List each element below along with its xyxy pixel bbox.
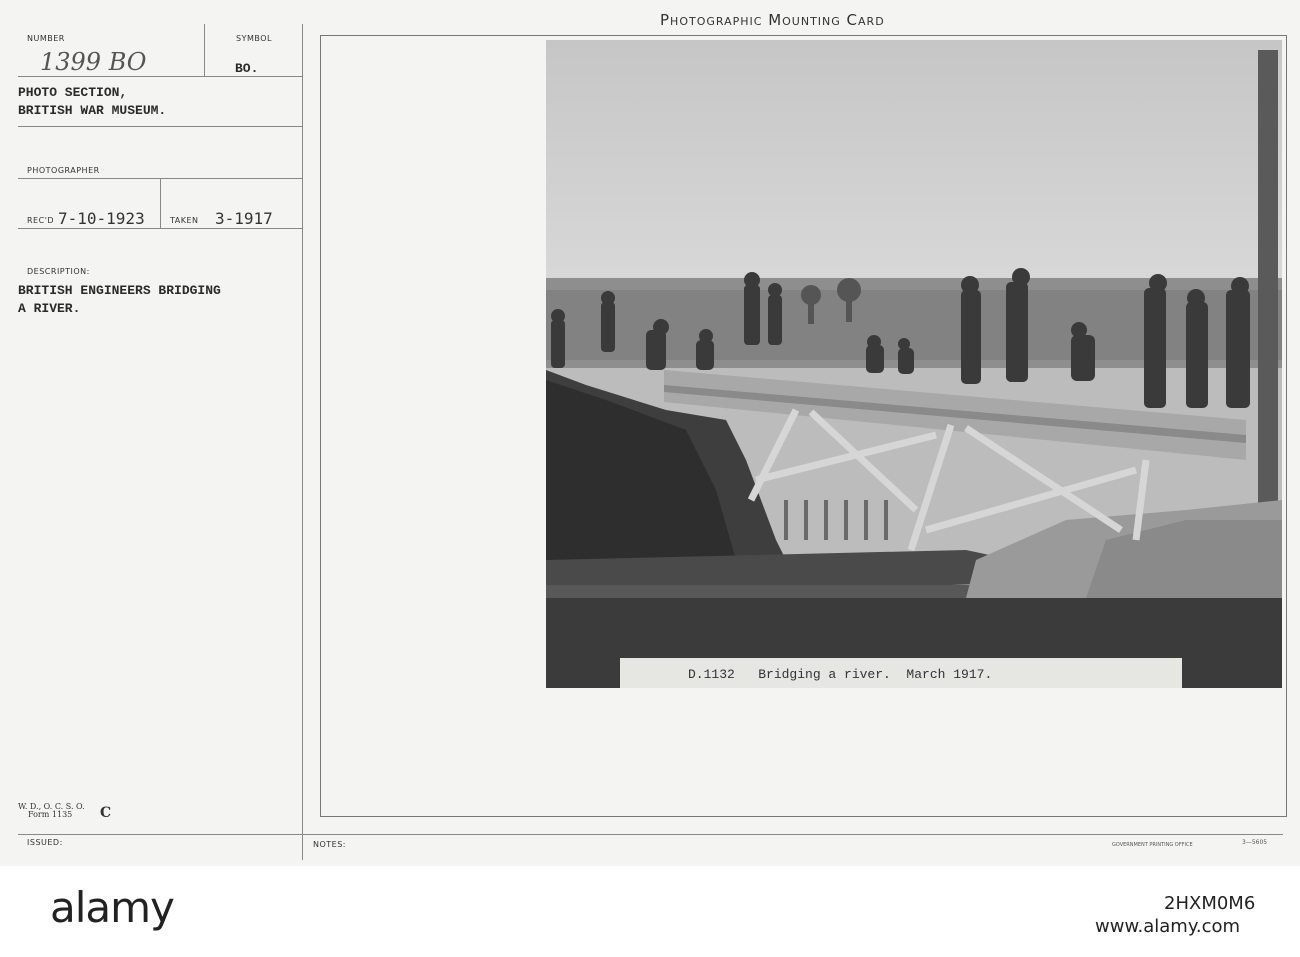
photographer-label: PHOTOGRAPHER (27, 166, 100, 175)
caption-strip: D.1132 Bridging a river. March 1917. (620, 658, 1182, 688)
symbol-label: SYMBOL (236, 34, 272, 43)
recd-value: 7-10-1923 (58, 209, 145, 228)
section-line-1: PHOTO SECTION, (18, 85, 128, 100)
recd-label: REC'D (27, 216, 55, 225)
image-id: 2HXM0M6 (1164, 893, 1256, 914)
issued-label: ISSUED: (27, 838, 63, 847)
description-line-1: BRITISH ENGINEERS BRIDGING (18, 283, 221, 298)
form-letter: C (100, 805, 112, 821)
alamy-logo: alamy (50, 883, 175, 932)
divider (18, 76, 302, 77)
taken-label: TAKEN (170, 216, 199, 225)
description-line-2: A RIVER. (18, 301, 81, 316)
number-value: 1399 BO (40, 48, 147, 76)
form-line-2: Form 1135 (28, 810, 73, 819)
symbol-value: BO. (235, 61, 259, 76)
print-code: 3—5605 (1242, 839, 1268, 846)
stock-url[interactable]: www.alamy.com (1095, 916, 1240, 937)
divider (18, 834, 1283, 835)
printing-office: GOVERNMENT PRINTING OFFICE (1112, 842, 1193, 848)
divider (160, 178, 161, 228)
mounting-card: Photographic Mounting Card NUMBER SYMBOL… (0, 0, 1300, 866)
divider (18, 126, 302, 127)
description-label: DESCRIPTION: (27, 267, 90, 276)
photo-caption: D.1132 Bridging a river. March 1917. (688, 667, 993, 682)
divider (204, 24, 205, 76)
stock-banner: alamy 2HXM0M6 www.alamy.com (0, 866, 1300, 957)
divider (302, 24, 303, 860)
section-line-2: BRITISH WAR MUSEUM. (18, 103, 167, 118)
card-title: Photographic Mounting Card (660, 11, 885, 29)
photograph (546, 40, 1282, 598)
divider (18, 228, 302, 229)
photo-illustration (546, 40, 1282, 598)
number-label: NUMBER (27, 34, 65, 43)
taken-value: 3-1917 (215, 209, 273, 228)
notes-label: NOTES: (313, 840, 346, 849)
form-number: W. D., O. C. S. O. Form 1135 (18, 803, 85, 819)
